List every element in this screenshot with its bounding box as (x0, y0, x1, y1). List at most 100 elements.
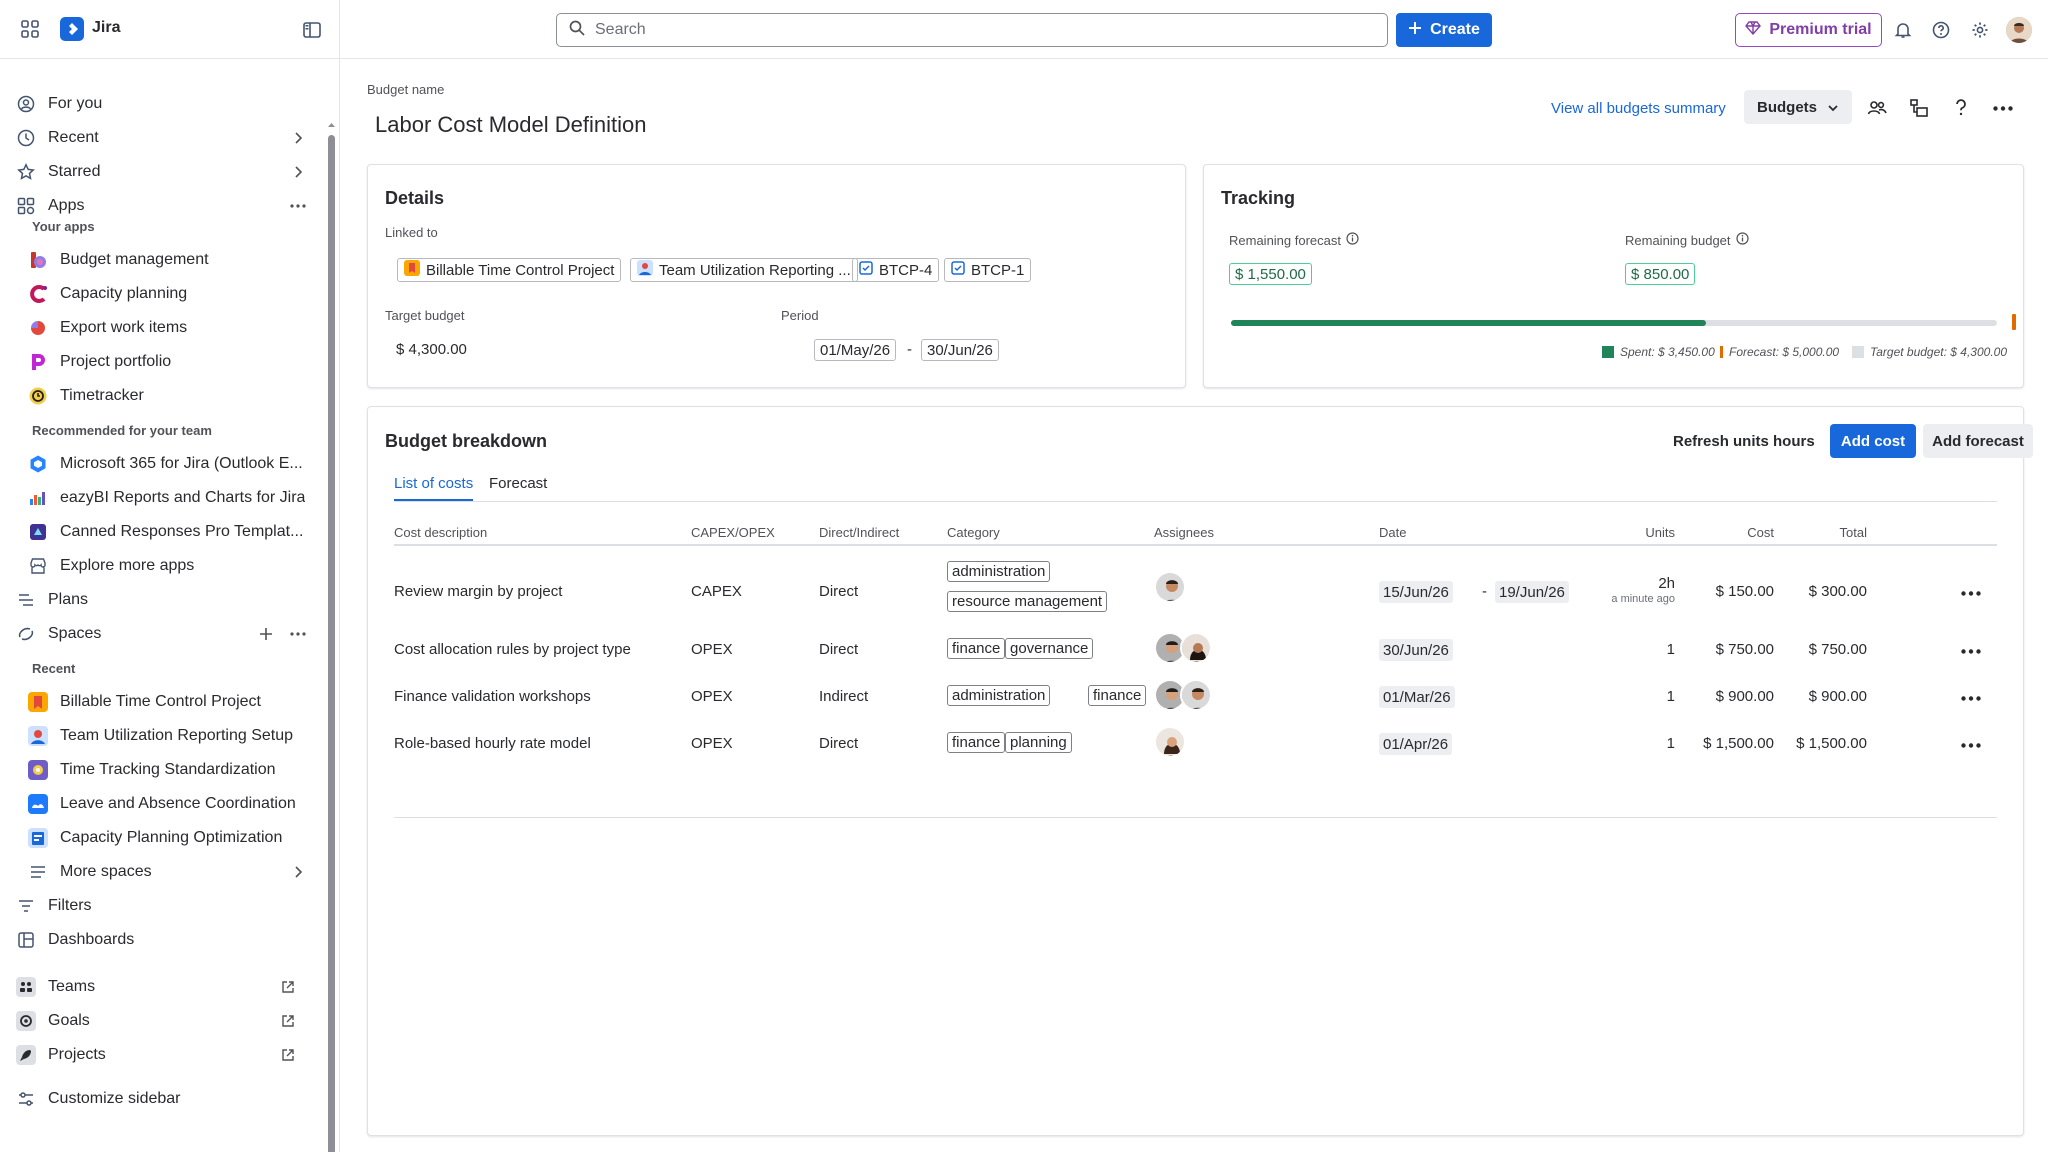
linked-issue-chip[interactable]: BTCP-1 (944, 258, 1032, 282)
external-link-icon[interactable] (276, 1009, 300, 1033)
settings-gear-icon[interactable] (1968, 18, 1992, 42)
cost-description[interactable]: Review margin by project (394, 583, 562, 600)
linked-item-chip[interactable]: Billable Time Control Project (397, 258, 622, 282)
jira-logo-icon[interactable] (60, 17, 84, 41)
date-start[interactable]: 01/Mar/26 (1379, 686, 1455, 708)
sidebar-app-microsoft-365[interactable]: Microsoft 365 for Jira (Outlook E... (26, 448, 326, 480)
sidebar-item-filters[interactable]: Filters (14, 890, 314, 922)
units-value[interactable]: 1 (1608, 735, 1675, 752)
chevron-right-icon[interactable] (286, 126, 310, 150)
sidebar-space-billable-time-control[interactable]: Billable Time Control Project (26, 686, 326, 718)
view-all-budgets-link[interactable]: View all budgets summary (1551, 100, 1726, 117)
sidebar-item-starred[interactable]: Starred (14, 156, 314, 188)
category-tag[interactable]: finance (947, 732, 1006, 753)
category-tag[interactable]: finance (947, 638, 1006, 659)
help-icon[interactable] (1929, 18, 1953, 42)
capex-opex-value[interactable]: OPEX (691, 641, 733, 658)
direct-indirect-value[interactable]: Direct (819, 641, 858, 658)
cost-description[interactable]: Finance validation workshops (394, 688, 591, 705)
sidebar-space-team-utilization[interactable]: Team Utilization Reporting Setup (26, 720, 326, 752)
capex-opex-value[interactable]: OPEX (691, 688, 733, 705)
sidebar-space-capacity-planning[interactable]: Capacity Planning Optimization (26, 822, 326, 854)
row-more-options-icon[interactable] (1959, 686, 1983, 710)
add-forecast-button[interactable]: Add forecast (1923, 424, 2033, 458)
assignee-avatar[interactable] (1180, 632, 1212, 664)
sidebar-item-spaces[interactable]: Spaces (14, 618, 314, 650)
units-value[interactable]: 2h (1608, 575, 1675, 592)
column-header-cost[interactable]: Cost (1728, 525, 1774, 540)
premium-trial-button[interactable]: Premium trial (1735, 13, 1882, 47)
sidebar-item-goals[interactable]: Goals (14, 1005, 314, 1037)
assignee-avatar[interactable] (1154, 726, 1186, 758)
sidebar-item-recent[interactable]: Recent (14, 122, 314, 154)
more-horizontal-icon[interactable] (286, 194, 310, 218)
info-icon[interactable] (1735, 232, 1749, 248)
cost-description[interactable]: Cost allocation rules by project type (394, 641, 631, 658)
sidebar-item-plans[interactable]: Plans (14, 584, 314, 616)
assignee-avatar[interactable] (1154, 571, 1186, 603)
category-tag[interactable]: administration (947, 685, 1051, 706)
app-name[interactable]: Jira (92, 19, 120, 37)
budgets-dropdown-button[interactable]: Budgets (1744, 90, 1852, 124)
units-value[interactable]: 1 (1608, 688, 1675, 705)
linked-issue-chip[interactable]: BTCP-4 (852, 258, 940, 282)
column-header-assignees[interactable]: Assignees (1154, 525, 1214, 540)
direct-indirect-value[interactable]: Direct (819, 735, 858, 752)
sidebar-item-teams[interactable]: Teams (14, 971, 314, 1003)
sidebar-item-for-you[interactable]: For you (14, 88, 314, 120)
people-icon[interactable] (1865, 96, 1889, 120)
row-more-options-icon[interactable] (1959, 733, 1983, 757)
period-start-date[interactable]: 01/May/26 (814, 339, 897, 361)
total-value[interactable]: $ 1,500.00 (1758, 735, 1867, 752)
collapse-sidebar-icon[interactable] (300, 18, 324, 42)
external-link-icon[interactable] (276, 1043, 300, 1067)
sidebar-item-dashboards[interactable]: Dashboards (14, 924, 314, 956)
target-budget-value[interactable]: $ 4,300.00 (396, 341, 467, 358)
row-more-options-icon[interactable] (1959, 639, 1983, 663)
tab-forecast[interactable]: Forecast (489, 475, 547, 492)
question-icon[interactable] (1949, 96, 1973, 120)
linked-item-chip[interactable]: Team Utilization Reporting ... (630, 258, 858, 282)
capex-opex-value[interactable]: OPEX (691, 735, 733, 752)
column-header-capex-opex[interactable]: CAPEX/OPEX (691, 525, 775, 540)
sidebar-app-timetracker[interactable]: Timetracker (26, 380, 326, 412)
direct-indirect-value[interactable]: Indirect (819, 688, 868, 705)
more-options-icon[interactable] (1991, 96, 2015, 120)
category-tag[interactable]: planning (1005, 732, 1072, 753)
capex-opex-value[interactable]: CAPEX (691, 583, 742, 600)
column-header-units[interactable]: Units (1608, 525, 1675, 540)
sidebar-app-canned-responses[interactable]: Canned Responses Pro Templat... (26, 516, 326, 548)
plus-icon[interactable] (254, 622, 278, 646)
sidebar-space-leave-absence[interactable]: Leave and Absence Coordination (26, 788, 326, 820)
app-switcher-icon[interactable] (18, 17, 42, 41)
chevron-right-icon[interactable] (286, 860, 310, 884)
column-header-category[interactable]: Category (947, 525, 1000, 540)
sidebar-more-spaces[interactable]: More spaces (26, 856, 326, 888)
row-more-options-icon[interactable] (1959, 581, 1983, 605)
column-header-total[interactable]: Total (1808, 525, 1867, 540)
sidebar-item-apps[interactable]: Apps (14, 190, 314, 222)
sidebar-app-budget-management[interactable]: Budget management (26, 244, 326, 276)
sidebar-app-project-portfolio[interactable]: Project portfolio (26, 346, 326, 378)
notifications-bell-icon[interactable] (1891, 18, 1915, 42)
assignee-avatar[interactable] (1180, 679, 1212, 711)
cost-description[interactable]: Role-based hourly rate model (394, 735, 591, 752)
period-end-date[interactable]: 30/Jun/26 (921, 339, 999, 361)
total-value[interactable]: $ 300.00 (1758, 583, 1867, 600)
date-start[interactable]: 15/Jun/26 (1379, 581, 1453, 603)
category-tag[interactable]: resource management (947, 591, 1108, 612)
sidebar-scroll-thumb[interactable] (328, 135, 335, 1152)
column-header-description[interactable]: Cost description (394, 525, 487, 540)
sidebar-app-export-work-items[interactable]: Export work items (26, 312, 326, 344)
category-tag[interactable]: finance (1088, 685, 1147, 706)
hierarchy-icon[interactable] (1907, 96, 1931, 120)
date-end[interactable]: 19/Jun/26 (1495, 581, 1569, 603)
page-title[interactable]: Labor Cost Model Definition (375, 112, 646, 138)
date-start[interactable]: 01/Apr/26 (1379, 733, 1453, 755)
sidebar-app-capacity-planning[interactable]: Capacity planning (26, 278, 326, 310)
tab-list-of-costs[interactable]: List of costs (394, 475, 473, 492)
total-value[interactable]: $ 750.00 (1758, 641, 1867, 658)
direct-indirect-value[interactable]: Direct (819, 583, 858, 600)
sidebar-app-eazybi[interactable]: eazyBI Reports and Charts for Jira (26, 482, 326, 514)
more-horizontal-icon[interactable] (286, 622, 310, 646)
